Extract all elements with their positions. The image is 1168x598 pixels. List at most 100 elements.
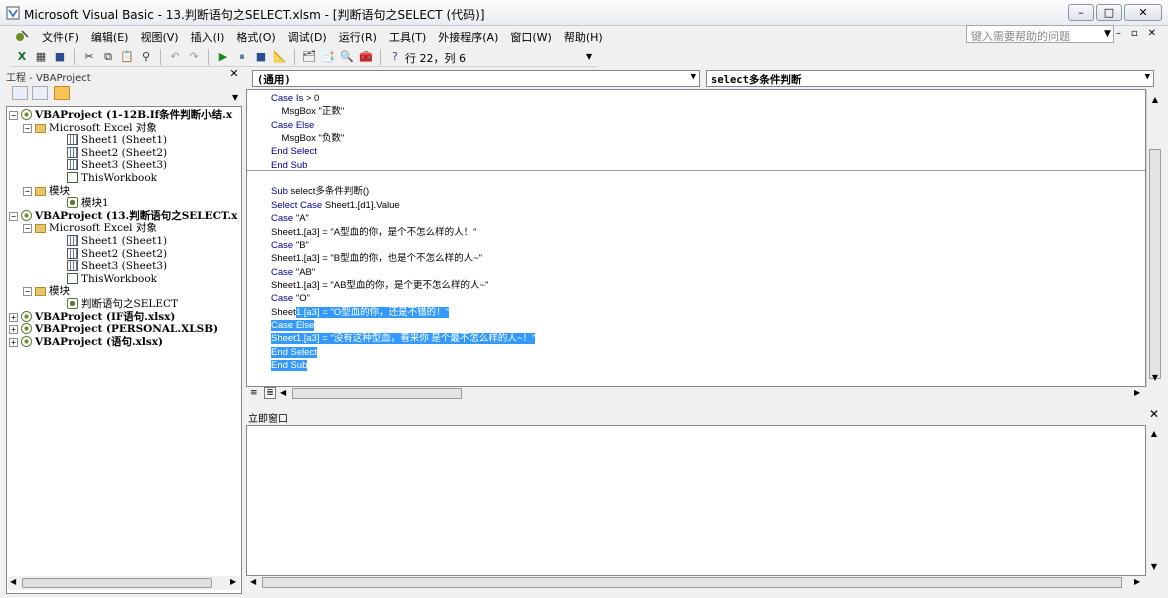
mdi-close-button[interactable]: ✕	[1148, 28, 1156, 39]
close-button[interactable]: ✕	[1124, 4, 1162, 21]
tree-item[interactable]: VBAProject (语句.xlsx)	[21, 335, 163, 349]
tree-item[interactable]: Microsoft Excel 对象	[35, 122, 157, 135]
menu-item[interactable]: 外接程序(A)	[432, 29, 504, 45]
menu-item[interactable]: 帮助(H)	[558, 29, 609, 45]
maximize-button[interactable]: □	[1096, 4, 1122, 21]
design-mode-icon[interactable]: 📐	[272, 49, 288, 65]
collapse-icon[interactable]: −	[23, 224, 32, 234]
excel-view-icon[interactable]: X	[14, 49, 30, 65]
object-browser-icon[interactable]: 🔍	[339, 49, 355, 65]
scroll-thumb[interactable]	[22, 578, 212, 588]
toolbar-overflow-icon[interactable]: ▼	[586, 52, 592, 61]
reset-icon[interactable]: ■	[253, 49, 269, 65]
tree-item[interactable]: Microsoft Excel 对象	[35, 222, 157, 235]
collapse-icon[interactable]: −	[23, 123, 32, 133]
help-dropdown-icon[interactable]: ▼	[1104, 29, 1111, 39]
tree-item[interactable]: VBAProject (PERSONAL.XLSB)	[21, 323, 218, 336]
paste-icon[interactable]: 📋	[119, 49, 135, 65]
project-tree-hscrollbar[interactable]: ◀ ▶	[8, 576, 240, 590]
redo-icon[interactable]: ↷	[186, 49, 202, 65]
menu-item[interactable]: 插入(I)	[185, 29, 231, 45]
vba-project-icon[interactable]	[14, 28, 30, 44]
undo-icon[interactable]: ↶	[167, 49, 183, 65]
scroll-up-icon[interactable]: ▲	[1147, 427, 1161, 441]
tree-item[interactable]: Sheet2 (Sheet2)	[67, 146, 167, 160]
menu-item[interactable]: 运行(R)	[333, 29, 383, 45]
scroll-left-icon[interactable]: ◀	[280, 388, 286, 397]
tree-item[interactable]: ThisWorkbook	[67, 272, 157, 286]
break-icon[interactable]: ⏸	[234, 49, 250, 65]
code-vscrollbar[interactable]: ▲ ▼	[1146, 89, 1162, 387]
tree-item[interactable]: ThisWorkbook	[67, 172, 157, 185]
immediate-window-close-button[interactable]: ✕	[1148, 408, 1160, 421]
tree-item-label: ThisWorkbook	[81, 172, 158, 184]
toggle-folders-icon[interactable]	[54, 86, 70, 100]
mdi-restore-button[interactable]: ▫	[1131, 28, 1138, 39]
tree-item[interactable]: Sheet3 (Sheet3)	[67, 159, 167, 172]
mdi-minimize-button[interactable]: –	[1116, 28, 1121, 39]
help-icon[interactable]: ?	[387, 49, 403, 65]
view-object-icon[interactable]	[32, 86, 48, 100]
save-icon[interactable]: ■	[52, 49, 68, 65]
tree-item[interactable]: Sheet1 (Sheet1)	[67, 134, 167, 147]
collapse-icon[interactable]: −	[9, 211, 18, 221]
collapse-icon[interactable]: −	[23, 186, 32, 196]
properties-icon[interactable]: 📑	[320, 49, 336, 65]
menu-item[interactable]: 视图(V)	[134, 29, 184, 45]
immediate-vscrollbar[interactable]: ▲ ▼	[1146, 425, 1162, 576]
minimize-button[interactable]: –	[1068, 4, 1094, 21]
full-module-view-icon[interactable]: ≣	[264, 387, 276, 399]
immediate-hscrollbar[interactable]: ◀ ▶	[246, 576, 1162, 590]
tree-item[interactable]: Sheet2 (Sheet2)	[67, 247, 167, 261]
scroll-thumb[interactable]	[262, 577, 1122, 588]
copy-icon[interactable]: ⧉	[100, 49, 116, 65]
menu-item[interactable]: 工具(T)	[383, 29, 432, 45]
menu-item[interactable]: 编辑(E)	[85, 29, 135, 45]
scroll-up-icon[interactable]: ▲	[1148, 93, 1162, 107]
panel-dropdown-icon[interactable]: ▼	[232, 93, 238, 102]
tree-item[interactable]: 模块	[35, 185, 70, 198]
collapse-icon[interactable]: −	[23, 287, 32, 297]
scroll-thumb[interactable]	[1149, 149, 1161, 379]
immediate-window[interactable]	[246, 425, 1146, 576]
tree-item[interactable]: VBAProject (IF语句.xlsx)	[21, 310, 175, 324]
chevron-down-icon[interactable]: ▼	[1145, 72, 1150, 82]
project-panel-close-button[interactable]: ✕	[228, 68, 240, 80]
help-search-input[interactable]: 键入需要帮助的问题	[966, 25, 1114, 43]
tree-item[interactable]: 模块	[35, 285, 70, 298]
scroll-left-icon[interactable]: ◀	[10, 577, 16, 586]
find-icon[interactable]: ⚲	[138, 49, 154, 65]
object-combo[interactable]: (通用) ▼	[252, 70, 700, 87]
tree-item[interactable]: Sheet1 (Sheet1)	[67, 235, 167, 248]
procedure-view-icon[interactable]: ≡	[250, 388, 260, 399]
expand-icon[interactable]: +	[9, 337, 18, 347]
insert-module-icon[interactable]: ▦	[33, 49, 49, 65]
tree-item[interactable]: Sheet3 (Sheet3)	[67, 260, 167, 273]
tree-item[interactable]: VBAProject (1-12B.If条件判断小结.x	[21, 109, 232, 122]
run-icon[interactable]: ▶	[215, 49, 231, 65]
scroll-left-icon[interactable]: ◀	[250, 577, 256, 586]
scroll-right-icon[interactable]: ▶	[1134, 388, 1140, 397]
chevron-down-icon[interactable]: ▼	[691, 72, 696, 82]
view-code-icon[interactable]	[12, 86, 28, 100]
expand-icon[interactable]: +	[9, 325, 18, 335]
menu-item[interactable]: 调试(D)	[282, 29, 333, 45]
menu-item[interactable]: 文件(F)	[36, 29, 85, 45]
menu-item[interactable]: 格式(O)	[230, 29, 281, 45]
expand-icon[interactable]: +	[9, 312, 18, 322]
tree-item[interactable]: VBAProject (13.判断语句之SELECT.x	[21, 209, 237, 223]
scroll-down-icon[interactable]: ▼	[1148, 371, 1162, 385]
scroll-right-icon[interactable]: ▶	[230, 577, 236, 586]
scroll-thumb[interactable]	[292, 388, 462, 399]
collapse-icon[interactable]: −	[9, 111, 18, 120]
tree-item[interactable]: 模块1	[67, 197, 109, 210]
tree-item[interactable]: 判断语句之SELECT	[67, 298, 178, 311]
procedure-combo[interactable]: select多条件判断 ▼	[706, 70, 1154, 87]
scroll-down-icon[interactable]: ▼	[1147, 560, 1161, 574]
code-editor[interactable]: Case Is > 0 MsgBox "正数" Case Else MsgBox …	[246, 89, 1146, 387]
project-explorer-icon[interactable]: 🗂	[301, 49, 317, 65]
cut-icon[interactable]: ✂	[81, 49, 97, 65]
toolbox-icon[interactable]: 🧰	[358, 49, 374, 65]
scroll-right-icon[interactable]: ▶	[1134, 577, 1140, 586]
menu-item[interactable]: 窗口(W)	[504, 29, 557, 45]
